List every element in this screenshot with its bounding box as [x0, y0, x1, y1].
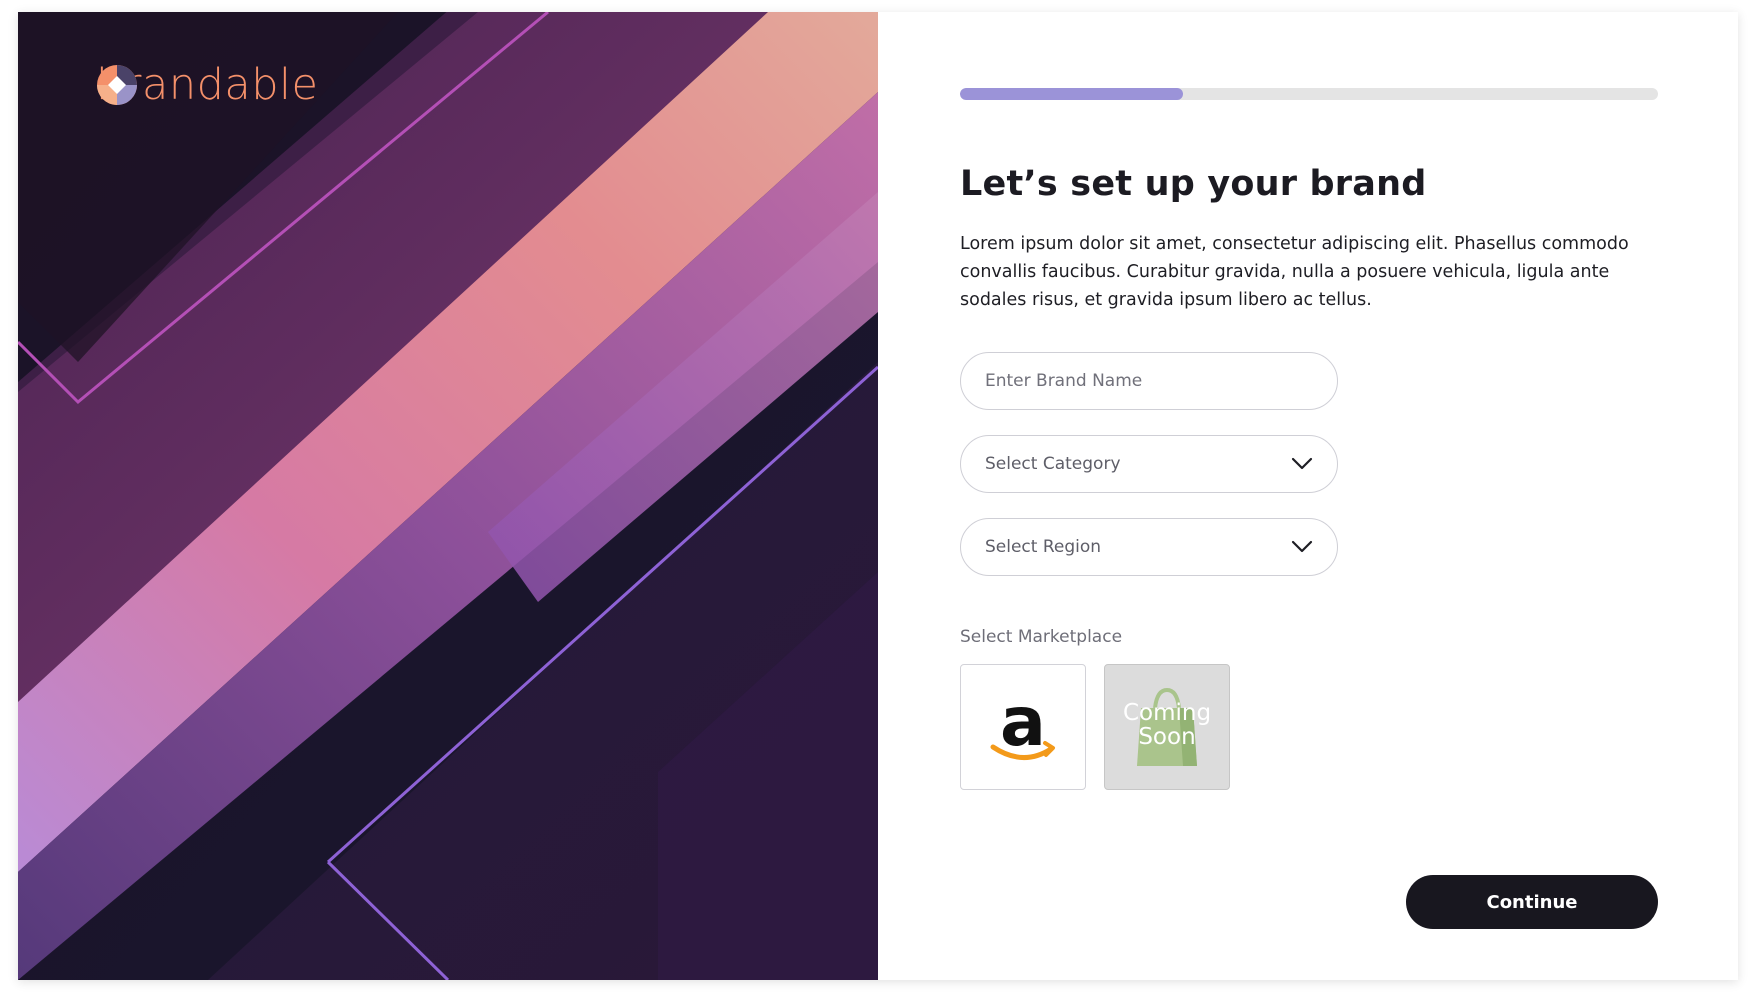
chevron-down-icon — [1291, 457, 1313, 470]
abstract-stripes-graphic — [18, 12, 878, 980]
progress-bar-fill — [960, 88, 1184, 100]
progress-bar — [960, 88, 1658, 100]
amazon-logo-icon: a — [990, 687, 1055, 762]
brand-logo: brandable — [96, 64, 318, 107]
marketplace-tile-shopify: Coming Soon — [1104, 664, 1230, 790]
region-select-placeholder: Select Region — [985, 537, 1102, 557]
category-select-placeholder: Select Category — [985, 454, 1121, 474]
brand-name-field[interactable] — [960, 352, 1338, 410]
brand-name-input[interactable] — [985, 371, 1313, 391]
marketplace-label: Select Marketplace — [960, 627, 1123, 647]
region-select[interactable]: Select Region — [960, 518, 1338, 576]
page-title: Let’s set up your brand — [960, 164, 1427, 204]
chevron-down-icon — [1291, 540, 1313, 553]
setup-form-panel: Let’s set up your brand Lorem ipsum dolo… — [878, 12, 1738, 980]
page-description: Lorem ipsum dolor sit amet, consectetur … — [960, 234, 1629, 310]
continue-button[interactable]: Continue — [1406, 875, 1658, 929]
category-select[interactable]: Select Category — [960, 435, 1338, 493]
hero-artwork: brandable — [18, 12, 878, 980]
coming-soon-badge: Coming Soon — [1122, 700, 1212, 750]
onboarding-card: brandable Let’s set up your brand Lorem … — [18, 12, 1738, 980]
svg-text:a: a — [1000, 687, 1046, 762]
brandable-logo-icon — [97, 65, 137, 105]
marketplace-tile-amazon[interactable]: a — [960, 664, 1086, 790]
